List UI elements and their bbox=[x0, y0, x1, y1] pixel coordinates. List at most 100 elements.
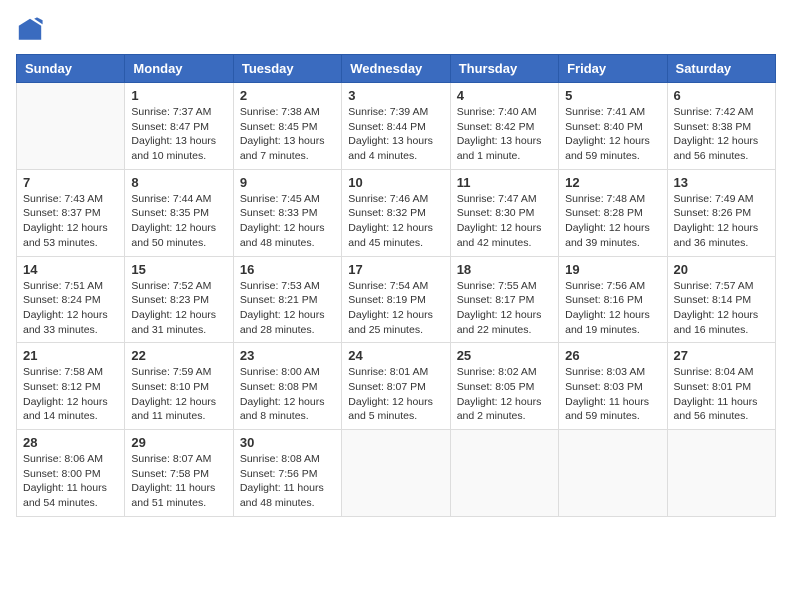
calendar-cell: 20 Sunrise: 7:57 AM Sunset: 8:14 PM Dayli… bbox=[667, 256, 775, 343]
calendar-cell: 4 Sunrise: 7:40 AM Sunset: 8:42 PM Daylig… bbox=[450, 83, 558, 170]
day-number: 24 bbox=[348, 348, 443, 363]
day-number: 7 bbox=[23, 175, 118, 190]
weekday-header-monday: Monday bbox=[125, 55, 233, 83]
day-number: 6 bbox=[674, 88, 769, 103]
day-number: 21 bbox=[23, 348, 118, 363]
day-number: 23 bbox=[240, 348, 335, 363]
day-info: Sunrise: 7:45 AM Sunset: 8:33 PM Dayligh… bbox=[240, 192, 335, 251]
day-info: Sunrise: 7:53 AM Sunset: 8:21 PM Dayligh… bbox=[240, 279, 335, 338]
day-info: Sunrise: 7:58 AM Sunset: 8:12 PM Dayligh… bbox=[23, 365, 118, 424]
week-row-1: 7Sunrise: 7:43 AM Sunset: 8:37 PM Daylig… bbox=[17, 169, 776, 256]
calendar-cell: 8 Sunrise: 7:44 AM Sunset: 8:35 PM Daylig… bbox=[125, 169, 233, 256]
logo bbox=[16, 16, 48, 44]
calendar-cell: 10 Sunrise: 7:46 AM Sunset: 8:32 PM Dayli… bbox=[342, 169, 450, 256]
calendar-cell: 24 Sunrise: 8:01 AM Sunset: 8:07 PM Dayli… bbox=[342, 343, 450, 430]
calendar-cell: 1Sunrise: 7:37 AM Sunset: 8:47 PM Daylig… bbox=[125, 83, 233, 170]
day-number: 29 bbox=[131, 435, 226, 450]
day-number: 18 bbox=[457, 262, 552, 277]
day-info: Sunrise: 7:46 AM Sunset: 8:32 PM Dayligh… bbox=[348, 192, 443, 251]
day-info: Sunrise: 8:02 AM Sunset: 8:05 PM Dayligh… bbox=[457, 365, 552, 424]
day-number: 11 bbox=[457, 175, 552, 190]
calendar-cell: 2 Sunrise: 7:38 AM Sunset: 8:45 PM Daylig… bbox=[233, 83, 341, 170]
weekday-header-row: SundayMondayTuesdayWednesdayThursdayFrid… bbox=[17, 55, 776, 83]
day-number: 27 bbox=[674, 348, 769, 363]
day-number: 1 bbox=[131, 88, 226, 103]
weekday-header-tuesday: Tuesday bbox=[233, 55, 341, 83]
day-number: 30 bbox=[240, 435, 335, 450]
calendar-cell: 21 Sunrise: 7:58 AM Sunset: 8:12 PM Dayli… bbox=[17, 343, 125, 430]
day-number: 8 bbox=[131, 175, 226, 190]
calendar-cell: 28 Sunrise: 8:06 AM Sunset: 8:00 PM Dayli… bbox=[17, 430, 125, 517]
calendar-cell: 11 Sunrise: 7:47 AM Sunset: 8:30 PM Dayli… bbox=[450, 169, 558, 256]
day-number: 9 bbox=[240, 175, 335, 190]
day-info: Sunrise: 7:57 AM Sunset: 8:14 PM Dayligh… bbox=[674, 279, 769, 338]
calendar-cell: 6 Sunrise: 7:42 AM Sunset: 8:38 PM Daylig… bbox=[667, 83, 775, 170]
day-info: Sunrise: 7:38 AM Sunset: 8:45 PM Dayligh… bbox=[240, 105, 335, 164]
day-number: 28 bbox=[23, 435, 118, 450]
calendar-cell: 5 Sunrise: 7:41 AM Sunset: 8:40 PM Daylig… bbox=[559, 83, 667, 170]
day-info: Sunrise: 8:06 AM Sunset: 8:00 PM Dayligh… bbox=[23, 452, 118, 511]
day-number: 13 bbox=[674, 175, 769, 190]
day-number: 4 bbox=[457, 88, 552, 103]
day-number: 5 bbox=[565, 88, 660, 103]
weekday-header-thursday: Thursday bbox=[450, 55, 558, 83]
day-info: Sunrise: 7:52 AM Sunset: 8:23 PM Dayligh… bbox=[131, 279, 226, 338]
calendar-cell: 3 Sunrise: 7:39 AM Sunset: 8:44 PM Daylig… bbox=[342, 83, 450, 170]
calendar-cell bbox=[450, 430, 558, 517]
day-number: 10 bbox=[348, 175, 443, 190]
logo-icon bbox=[16, 16, 44, 44]
day-info: Sunrise: 7:39 AM Sunset: 8:44 PM Dayligh… bbox=[348, 105, 443, 164]
weekday-header-friday: Friday bbox=[559, 55, 667, 83]
day-number: 25 bbox=[457, 348, 552, 363]
calendar-cell: 7Sunrise: 7:43 AM Sunset: 8:37 PM Daylig… bbox=[17, 169, 125, 256]
week-row-2: 14Sunrise: 7:51 AM Sunset: 8:24 PM Dayli… bbox=[17, 256, 776, 343]
day-info: Sunrise: 8:07 AM Sunset: 7:58 PM Dayligh… bbox=[131, 452, 226, 511]
day-info: Sunrise: 7:42 AM Sunset: 8:38 PM Dayligh… bbox=[674, 105, 769, 164]
day-number: 17 bbox=[348, 262, 443, 277]
calendar-cell: 18 Sunrise: 7:55 AM Sunset: 8:17 PM Dayli… bbox=[450, 256, 558, 343]
calendar-cell: 23Sunrise: 8:00 AM Sunset: 8:08 PM Dayli… bbox=[233, 343, 341, 430]
day-info: Sunrise: 7:44 AM Sunset: 8:35 PM Dayligh… bbox=[131, 192, 226, 251]
day-info: Sunrise: 7:47 AM Sunset: 8:30 PM Dayligh… bbox=[457, 192, 552, 251]
calendar-cell bbox=[559, 430, 667, 517]
calendar-cell: 9 Sunrise: 7:45 AM Sunset: 8:33 PM Daylig… bbox=[233, 169, 341, 256]
calendar-cell: 22 Sunrise: 7:59 AM Sunset: 8:10 PM Dayli… bbox=[125, 343, 233, 430]
day-info: Sunrise: 8:08 AM Sunset: 7:56 PM Dayligh… bbox=[240, 452, 335, 511]
calendar-cell: 16 Sunrise: 7:53 AM Sunset: 8:21 PM Dayli… bbox=[233, 256, 341, 343]
day-info: Sunrise: 7:40 AM Sunset: 8:42 PM Dayligh… bbox=[457, 105, 552, 164]
calendar-table: SundayMondayTuesdayWednesdayThursdayFrid… bbox=[16, 54, 776, 517]
calendar-cell: 29 Sunrise: 8:07 AM Sunset: 7:58 PM Dayli… bbox=[125, 430, 233, 517]
header bbox=[16, 16, 776, 44]
day-number: 3 bbox=[348, 88, 443, 103]
weekday-header-sunday: Sunday bbox=[17, 55, 125, 83]
calendar-cell bbox=[667, 430, 775, 517]
day-info: Sunrise: 8:01 AM Sunset: 8:07 PM Dayligh… bbox=[348, 365, 443, 424]
day-info: Sunrise: 7:41 AM Sunset: 8:40 PM Dayligh… bbox=[565, 105, 660, 164]
calendar-cell: 27 Sunrise: 8:04 AM Sunset: 8:01 PM Dayli… bbox=[667, 343, 775, 430]
day-info: Sunrise: 8:03 AM Sunset: 8:03 PM Dayligh… bbox=[565, 365, 660, 424]
weekday-header-saturday: Saturday bbox=[667, 55, 775, 83]
day-number: 20 bbox=[674, 262, 769, 277]
day-number: 15 bbox=[131, 262, 226, 277]
calendar-cell bbox=[17, 83, 125, 170]
weekday-header-wednesday: Wednesday bbox=[342, 55, 450, 83]
day-number: 19 bbox=[565, 262, 660, 277]
calendar-cell bbox=[342, 430, 450, 517]
calendar-cell: 17Sunrise: 7:54 AM Sunset: 8:19 PM Dayli… bbox=[342, 256, 450, 343]
day-info: Sunrise: 8:04 AM Sunset: 8:01 PM Dayligh… bbox=[674, 365, 769, 424]
calendar-cell: 15 Sunrise: 7:52 AM Sunset: 8:23 PM Dayli… bbox=[125, 256, 233, 343]
week-row-0: 1Sunrise: 7:37 AM Sunset: 8:47 PM Daylig… bbox=[17, 83, 776, 170]
day-number: 26 bbox=[565, 348, 660, 363]
week-row-3: 21 Sunrise: 7:58 AM Sunset: 8:12 PM Dayli… bbox=[17, 343, 776, 430]
calendar-cell: 25 Sunrise: 8:02 AM Sunset: 8:05 PM Dayli… bbox=[450, 343, 558, 430]
day-info: Sunrise: 7:59 AM Sunset: 8:10 PM Dayligh… bbox=[131, 365, 226, 424]
day-info: Sunrise: 7:55 AM Sunset: 8:17 PM Dayligh… bbox=[457, 279, 552, 338]
day-number: 22 bbox=[131, 348, 226, 363]
day-number: 2 bbox=[240, 88, 335, 103]
week-row-4: 28 Sunrise: 8:06 AM Sunset: 8:00 PM Dayli… bbox=[17, 430, 776, 517]
calendar-cell: 30 Sunrise: 8:08 AM Sunset: 7:56 PM Dayli… bbox=[233, 430, 341, 517]
day-number: 16 bbox=[240, 262, 335, 277]
day-number: 12 bbox=[565, 175, 660, 190]
calendar-cell: 19Sunrise: 7:56 AM Sunset: 8:16 PM Dayli… bbox=[559, 256, 667, 343]
day-info: Sunrise: 7:48 AM Sunset: 8:28 PM Dayligh… bbox=[565, 192, 660, 251]
